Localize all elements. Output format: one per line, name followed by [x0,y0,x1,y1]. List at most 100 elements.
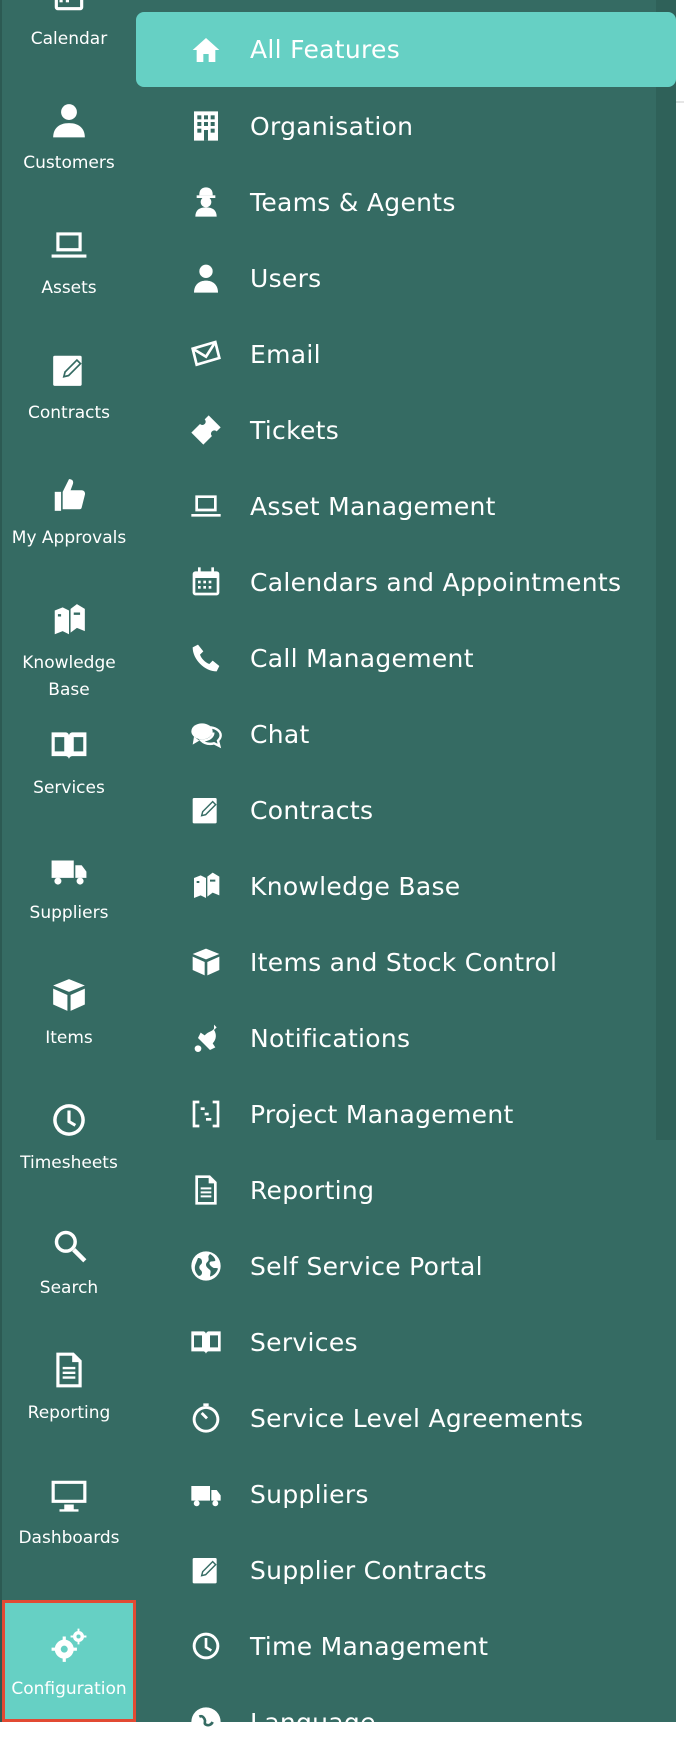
sidebar-item-search[interactable]: Search [2,1211,136,1336]
clock-icon [49,1100,89,1140]
box-icon [49,975,89,1015]
sidebar-item-label: Search [39,1278,99,1298]
header-divider [676,101,684,103]
sidebar-item-knowledge-base[interactable]: Knowledge Base [2,586,136,711]
document-icon [188,1172,224,1208]
sidebar-item-label: Knowledge Base [22,653,116,700]
home-icon [188,32,224,68]
menu-item-label: Teams & Agents [250,187,456,217]
sidebar-item-timesheets[interactable]: Timesheets [2,1086,136,1211]
menu-item-label: Chat [250,719,310,749]
menu-item-time-management[interactable]: Time Management [136,1609,676,1683]
menu-item-all-features[interactable]: All Features [136,12,676,87]
laptop-icon [188,488,224,524]
menu-item-call-management[interactable]: Call Management [136,621,676,695]
agent-icon [188,184,224,220]
stopwatch-icon [188,1400,224,1436]
menu-item-service-level-agreements[interactable]: Service Level Agreements [136,1381,676,1455]
menu-item-language[interactable]: Language [136,1685,676,1759]
sidebar-item-label: My Approvals [11,528,127,548]
document-icon [49,1350,89,1390]
menu-item-label: Email [250,339,321,369]
menu-item-chat[interactable]: Chat [136,697,676,771]
language-icon [188,1704,224,1740]
open-book-icon [49,725,89,765]
menu-item-project-management[interactable]: Project Management [136,1077,676,1151]
menu-item-contracts[interactable]: Contracts [136,773,676,847]
sidebar-item-customers[interactable]: Customers [2,86,136,211]
sidebar-item-label: Reporting [27,1403,111,1423]
sidebar-item-services[interactable]: Services [2,711,136,836]
sidebar-item-label: Calendar [30,29,108,49]
menu-item-users[interactable]: Users [136,241,676,315]
search-icon [49,1225,89,1265]
sidebar-item-calendar[interactable]: Calendar [2,0,136,87]
calendar-icon [49,0,89,16]
building-icon [188,108,224,144]
menu-item-services[interactable]: Services [136,1305,676,1379]
user-icon [49,100,89,140]
truck-icon [49,850,89,890]
menu-item-label: Time Management [250,1631,489,1661]
menu-item-label: All Features [250,35,401,64]
menu-item-label: Asset Management [250,491,496,521]
truck-icon [188,1476,224,1512]
sidebar-item-label: Dashboards [18,1528,120,1548]
menu-item-label: Self Service Portal [250,1251,483,1281]
menu-item-label: Contracts [250,795,374,825]
sidebar-item-contracts[interactable]: Contracts [2,336,136,461]
sidebar-item-configuration[interactable]: Configuration [2,1600,136,1722]
menu-item-teams-agents[interactable]: Teams & Agents [136,165,676,239]
box-icon [188,944,224,980]
globe-icon [188,1248,224,1284]
sidebar-item-my-approvals[interactable]: My Approvals [2,461,136,586]
menu-item-label: Supplier Contracts [250,1555,487,1585]
menu-item-label: Organisation [250,111,414,141]
menu-item-asset-management[interactable]: Asset Management [136,469,676,543]
bell-icon [188,1020,224,1056]
menu-item-label: Knowledge Base [250,871,461,901]
menu-item-calendars-appointments[interactable]: Calendars and Appointments [136,545,676,619]
sidebar-item-label: Services [33,778,105,798]
user-icon [188,260,224,296]
chat-icon [188,716,224,752]
menu-item-label: Suppliers [250,1479,369,1509]
menu-item-label: Reporting [250,1175,375,1205]
laptop-icon [49,225,89,265]
sidebar-item-label: Customers [23,153,115,173]
menu-item-label: Calendars and Appointments [250,567,622,597]
menu-item-items-stock-control[interactable]: Items and Stock Control [136,925,676,999]
sidebar-item-reporting[interactable]: Reporting [2,1336,136,1461]
sidebar-item-dashboards[interactable]: Dashboards [2,1461,136,1586]
open-book-icon [188,1324,224,1360]
menu-item-notifications[interactable]: Notifications [136,1001,676,1075]
sidebar-item-label: Contracts [28,403,110,423]
menu-item-label: Tickets [250,415,340,445]
menu-item-label: Services [250,1327,358,1357]
menu-item-organisation[interactable]: Organisation [136,89,676,163]
phone-icon [188,640,224,676]
menu-item-label: Call Management [250,643,474,673]
thumbs-up-icon [49,475,89,515]
menu-item-supplier-contracts[interactable]: Supplier Contracts [136,1533,676,1607]
menu-item-knowledge-base[interactable]: Knowledge Base [136,849,676,923]
sidebar-item-label: Assets [41,278,97,298]
sidebar-item-items[interactable]: Items [2,961,136,1086]
sidebar-item-label: Suppliers [29,903,109,923]
monitor-icon [49,1475,89,1515]
menu-item-label: Items and Stock Control [250,947,558,977]
menu-item-suppliers[interactable]: Suppliers [136,1457,676,1531]
menu-item-email[interactable]: Email [136,317,676,391]
envelope-icon [188,336,224,372]
menu-item-tickets[interactable]: Tickets [136,393,676,467]
calendar-icon [188,564,224,600]
menu-item-label: Service Level Agreements [250,1403,584,1433]
menu-item-label: Notifications [250,1023,411,1053]
menu-item-self-service-portal[interactable]: Self Service Portal [136,1229,676,1303]
menu-item-label: Project Management [250,1099,514,1129]
sidebar-item-assets[interactable]: Assets [2,211,136,336]
menu-item-reporting[interactable]: Reporting [136,1153,676,1227]
sidebar-item-suppliers[interactable]: Suppliers [2,836,136,961]
sidebar-item-label: Timesheets [20,1153,118,1173]
gears-icon [49,1626,89,1666]
